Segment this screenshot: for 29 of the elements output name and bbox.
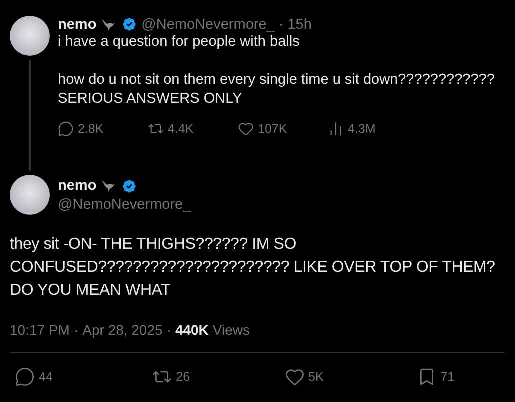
like-icon [284,367,304,387]
reply-icon [15,367,35,387]
avatar[interactable] [10,16,50,56]
bookmark-button[interactable]: 71 [416,367,455,387]
post-date[interactable]: Apr 28, 2025 [82,322,163,338]
tweet-text: they sit -ON- THE THIGHS?????? IM SO CONFUSED?????????????????????? LIKE OVER TOP OF THEM? DO YOU MEAN WHAT [10,235,496,301]
reply-button[interactable]: 2.8K [58,121,104,137]
display-name[interactable]: nemo [58,16,97,32]
post-time[interactable]: 10:17 PM [10,322,70,338]
views-button[interactable]: 4.3M [328,121,376,137]
reply-button[interactable]: 44 [15,367,53,387]
user-handle[interactable]: @NemoNevermore_ [58,196,192,212]
repost-button[interactable]: 4.4K [148,121,194,137]
reply-icon [58,121,74,137]
avatar[interactable] [10,175,50,215]
views-icon [328,121,344,137]
repost-button[interactable]: 26 [152,367,190,387]
separator: · [278,16,284,32]
views-label: Views [212,322,250,338]
views-count: 440K [175,322,209,338]
like-button[interactable]: 5K [284,367,324,387]
separator: · [74,322,79,338]
separator: · [166,322,172,338]
like-icon [238,121,254,137]
user-handle[interactable]: @NemoNevermore_ [142,16,275,32]
tweet-text: i have a question for people with balls how do u not sit on them every single time u sit down???????????? SERIOUS ANSWERS ONLY [58,33,495,109]
like-button[interactable]: 107K [238,121,288,137]
display-name[interactable]: nemo [58,178,97,194]
timestamp[interactable]: 15h [288,16,312,32]
